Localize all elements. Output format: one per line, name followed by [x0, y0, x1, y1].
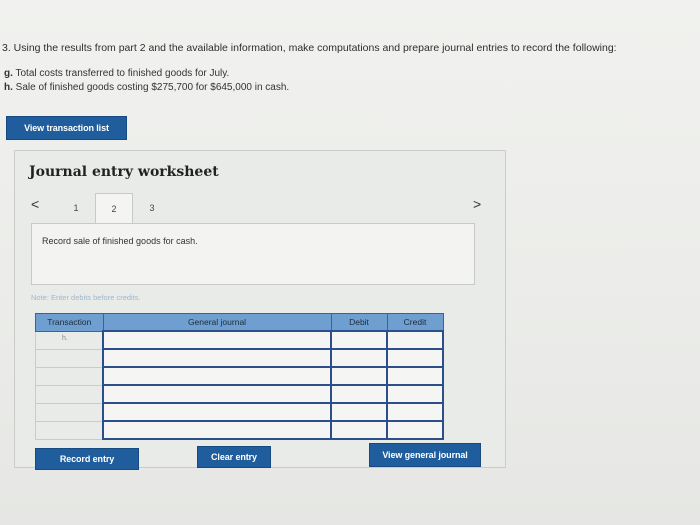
account-input[interactable] [102, 330, 332, 350]
item-letter: g. [4, 68, 13, 79]
tab-3[interactable]: 3 [133, 193, 171, 223]
account-input[interactable] [102, 402, 332, 422]
worksheet-title: Journal entry worksheet [29, 164, 219, 180]
table-row [35, 366, 444, 386]
transaction-cell [35, 348, 104, 368]
transaction-cell [35, 366, 104, 386]
tab-2[interactable]: 2 [95, 193, 133, 224]
note-text: Note: Enter debits before credits. [31, 293, 141, 302]
header-credit: Credit [386, 313, 444, 332]
entry-description-box: Record sale of finished goods for cash. [31, 223, 475, 285]
item-letter: h. [4, 82, 13, 93]
clear-entry-button[interactable]: Clear entry [197, 446, 271, 468]
credit-input[interactable] [386, 402, 444, 422]
header-transaction: Transaction [35, 313, 104, 332]
table-header-row: Transaction General journal Debit Credit [35, 313, 444, 332]
table-row [35, 402, 444, 422]
item-text: Sale of finished goods costing $275,700 … [15, 82, 290, 93]
item-h: h. Sale of finished goods costing $275,7… [4, 82, 289, 93]
debit-input[interactable] [330, 330, 388, 350]
tab-1[interactable]: 1 [57, 193, 95, 223]
credit-input[interactable] [386, 384, 444, 404]
table-row [35, 348, 444, 368]
credit-input[interactable] [386, 348, 444, 368]
debit-input[interactable] [330, 420, 388, 440]
account-input[interactable] [102, 420, 332, 440]
debit-input[interactable] [330, 348, 388, 368]
header-general-journal: General journal [102, 313, 332, 332]
account-input[interactable] [102, 348, 332, 368]
transaction-cell: h. [35, 330, 104, 350]
debit-input[interactable] [330, 402, 388, 422]
record-entry-button[interactable]: Record entry [35, 448, 139, 470]
journal-entry-worksheet: Journal entry worksheet < 1 2 3 > Record… [14, 150, 506, 470]
transaction-cell [35, 420, 104, 440]
debit-input[interactable] [330, 366, 388, 386]
item-g: g. Total costs transferred to finished g… [4, 68, 229, 79]
transaction-cell [35, 402, 104, 422]
transaction-cell [35, 384, 104, 404]
table-row [35, 384, 444, 404]
journal-table: Transaction General journal Debit Credit… [35, 313, 444, 440]
credit-input[interactable] [386, 420, 444, 440]
view-transaction-list-button[interactable]: View transaction list [6, 116, 127, 140]
account-input[interactable] [102, 366, 332, 386]
table-row [35, 420, 444, 440]
credit-input[interactable] [386, 330, 444, 350]
header-debit: Debit [330, 313, 388, 332]
view-general-journal-button[interactable]: View general journal [369, 443, 481, 467]
credit-input[interactable] [386, 366, 444, 386]
transaction-label: h. [62, 334, 68, 342]
chevron-right-icon[interactable]: > [473, 196, 481, 212]
account-input[interactable] [102, 384, 332, 404]
table-row: h. [35, 330, 444, 350]
item-text: Total costs transferred to finished good… [15, 68, 230, 79]
debit-input[interactable] [330, 384, 388, 404]
chevron-left-icon[interactable]: < [31, 196, 39, 212]
entry-description: Record sale of finished goods for cash. [42, 236, 198, 246]
question-text: 3. Using the results from part 2 and the… [2, 42, 617, 54]
